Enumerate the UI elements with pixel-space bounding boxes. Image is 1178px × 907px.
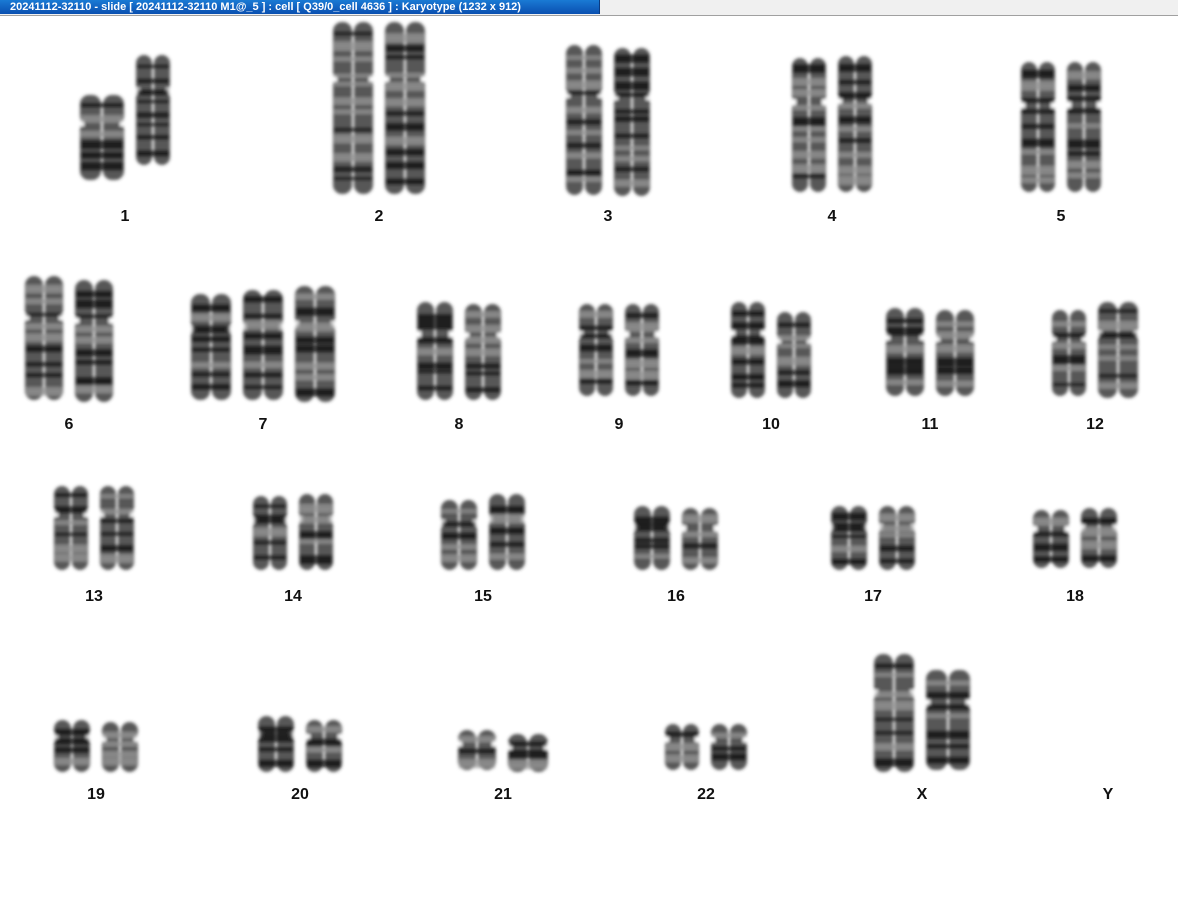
chromosome-1-2[interactable] [134, 55, 172, 165]
chromosome-6-1[interactable] [23, 276, 65, 400]
chromosome-11-2[interactable] [934, 310, 976, 396]
chromosome-label-3: 3 [603, 208, 613, 225]
chromosome-label-5: 5 [1056, 208, 1066, 225]
chromosome-7-3[interactable] [293, 286, 337, 402]
chromosome-16-2[interactable] [680, 508, 720, 570]
window-title-bar: 20241112-32110 - slide [ 20241112-32110 … [0, 0, 1178, 16]
chromosome-17-2[interactable] [877, 506, 917, 570]
chromosome-11-1[interactable] [884, 308, 926, 396]
chromosome-22-2[interactable] [709, 724, 749, 770]
chromosome-4-1[interactable] [790, 58, 828, 192]
chromosome-10-1[interactable] [729, 302, 767, 398]
chromosome-15-2[interactable] [487, 494, 527, 570]
chromosome-4-2[interactable] [836, 56, 874, 192]
chromosome-15-1[interactable] [439, 500, 479, 570]
chromosome-9-2[interactable] [623, 304, 661, 396]
chromosome-22-1[interactable] [663, 724, 701, 770]
chromosome-X-1[interactable] [872, 654, 916, 772]
chromosome-7-2[interactable] [241, 290, 285, 400]
chromosome-3-1[interactable] [564, 45, 604, 195]
chromosome-20-2[interactable] [304, 720, 344, 772]
chromosome-label-13: 13 [85, 588, 103, 605]
chromosome-19-1[interactable] [52, 720, 92, 772]
chromosome-label-18: 18 [1066, 588, 1084, 605]
chromosome-12-2[interactable] [1096, 302, 1140, 398]
chromosome-8-2[interactable] [463, 304, 503, 400]
chromosome-label-20: 20 [291, 786, 309, 803]
chromosome-label-10: 10 [762, 416, 780, 433]
chromosome-5-1[interactable] [1019, 62, 1057, 192]
chromosome-label-16: 16 [667, 588, 685, 605]
chromosome-label-19: 19 [87, 786, 105, 803]
chromosome-label-14: 14 [284, 588, 302, 605]
chromosome-label-17: 17 [864, 588, 882, 605]
karyotype-canvas: 1 2 3 4 5 6 7 8 9 10 11 12 13 14 15 16 17 18 19 20 21 22 X Y [0, 16, 1178, 907]
chromosome-3-2[interactable] [612, 48, 652, 196]
chromosome-14-1[interactable] [251, 496, 289, 570]
chromosome-2-1[interactable] [331, 22, 375, 194]
chromosome-7-1[interactable] [189, 294, 233, 400]
chromosome-21-2[interactable] [506, 734, 550, 772]
chromosome-13-1[interactable] [52, 486, 90, 570]
chromosome-label-6: 6 [64, 416, 74, 433]
chromosome-label-X: X [916, 786, 928, 803]
window-title[interactable]: 20241112-32110 - slide [ 20241112-32110 … [0, 0, 600, 14]
chromosome-16-1[interactable] [632, 506, 672, 570]
chromosome-12-1[interactable] [1050, 310, 1088, 396]
chromosome-label-11: 11 [921, 416, 939, 433]
chromosome-label-9: 9 [614, 416, 624, 433]
chromosome-6-2[interactable] [73, 280, 115, 402]
chromosome-21-1[interactable] [456, 730, 498, 770]
chromosome-13-2[interactable] [98, 486, 136, 570]
chromosome-18-2[interactable] [1079, 508, 1119, 568]
chromosome-18-1[interactable] [1031, 510, 1071, 568]
chromosome-label-12: 12 [1086, 416, 1104, 433]
karyotype-image [23, 22, 1140, 772]
chromosome-label-2: 2 [374, 208, 384, 225]
chromosome-10-2[interactable] [775, 312, 813, 398]
chromosome-20-1[interactable] [256, 716, 296, 772]
chromosome-1-1[interactable] [78, 95, 126, 180]
chromosome-label-22: 22 [697, 786, 715, 803]
chromosome-5-2[interactable] [1065, 62, 1103, 192]
chromosome-label-7: 7 [258, 416, 268, 433]
chromosome-label-8: 8 [454, 416, 464, 433]
chromosome-label-21: 21 [494, 786, 512, 803]
chromosome-2-2[interactable] [383, 22, 427, 194]
chromosome-17-1[interactable] [829, 506, 869, 570]
chromosome-label-1: 1 [120, 208, 130, 225]
chromosome-X-2[interactable] [924, 670, 972, 770]
chromosome-19-2[interactable] [100, 722, 140, 772]
chromosome-9-1[interactable] [577, 304, 615, 396]
chromosome-label-15: 15 [474, 588, 492, 605]
chromosome-label-4: 4 [827, 208, 837, 225]
chromosome-14-2[interactable] [297, 494, 335, 570]
chromosome-8-1[interactable] [415, 302, 455, 400]
chromosome-label-Y: Y [1102, 786, 1114, 803]
